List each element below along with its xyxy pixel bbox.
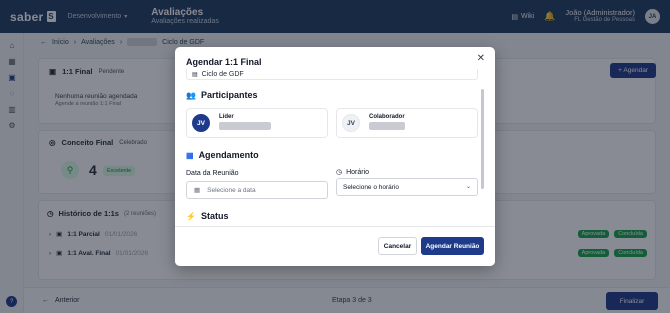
cycle-field: ▤ Ciclo de GDF bbox=[186, 69, 478, 80]
date-label: Data da Reunião bbox=[186, 170, 239, 177]
collaborator-card: JV Colaborador bbox=[336, 108, 478, 138]
calendar-small-icon: ▦ bbox=[194, 187, 201, 194]
participants-header: 👥 Participantes bbox=[186, 90, 258, 100]
schedule-title: Agendamento bbox=[198, 150, 259, 160]
collaborator-label: Colaborador bbox=[369, 114, 405, 120]
leader-label: Líder bbox=[219, 114, 234, 120]
cycle-name: Ciclo de GDF bbox=[201, 70, 244, 78]
cycle-icon: ▤ bbox=[192, 71, 198, 78]
collaborator-name-redacted bbox=[369, 122, 405, 130]
leader-avatar: JV bbox=[192, 114, 210, 132]
collaborator-avatar: JV bbox=[342, 114, 360, 132]
time-label-row: ◷ Horário bbox=[336, 168, 370, 177]
time-select[interactable]: Selecione o horário ⌄ bbox=[336, 178, 478, 196]
leader-card: JV Líder bbox=[186, 108, 328, 138]
time-placeholder: Selecione o horário bbox=[343, 183, 400, 191]
modal-footer: Cancelar Agendar Reunião bbox=[175, 226, 495, 266]
clock-icon: ◷ bbox=[336, 169, 343, 176]
schedule-meeting-button[interactable]: Agendar Reunião bbox=[421, 237, 484, 255]
lightning-icon: ⚡ bbox=[186, 211, 196, 221]
cancel-button[interactable]: Cancelar bbox=[378, 237, 417, 255]
time-label: Horário bbox=[346, 168, 370, 176]
scrollbar[interactable] bbox=[481, 89, 484, 189]
participants-title: Participantes bbox=[200, 90, 258, 100]
leader-name-redacted bbox=[219, 122, 271, 130]
chevron-down-icon: ⌄ bbox=[465, 184, 471, 190]
calendar-icon: ▦ bbox=[186, 150, 194, 160]
status-header: ⚡ Status bbox=[186, 211, 228, 221]
modal-scroll-area[interactable]: ▤ Ciclo de GDF 👥 Participantes JV Líder … bbox=[175, 69, 487, 226]
close-icon[interactable]: ✕ bbox=[477, 53, 485, 64]
people-icon: 👥 bbox=[186, 90, 196, 100]
date-placeholder: Selecione a data bbox=[207, 186, 256, 194]
modal-title: Agendar 1:1 Final bbox=[186, 57, 262, 67]
schedule-modal: Agendar 1:1 Final ✕ ▤ Ciclo de GDF 👥 Par… bbox=[175, 47, 495, 266]
schedule-header: ▦ Agendamento bbox=[186, 150, 259, 160]
date-input[interactable]: ▦ Selecione a data bbox=[186, 181, 328, 199]
status-title: Status bbox=[200, 211, 229, 221]
